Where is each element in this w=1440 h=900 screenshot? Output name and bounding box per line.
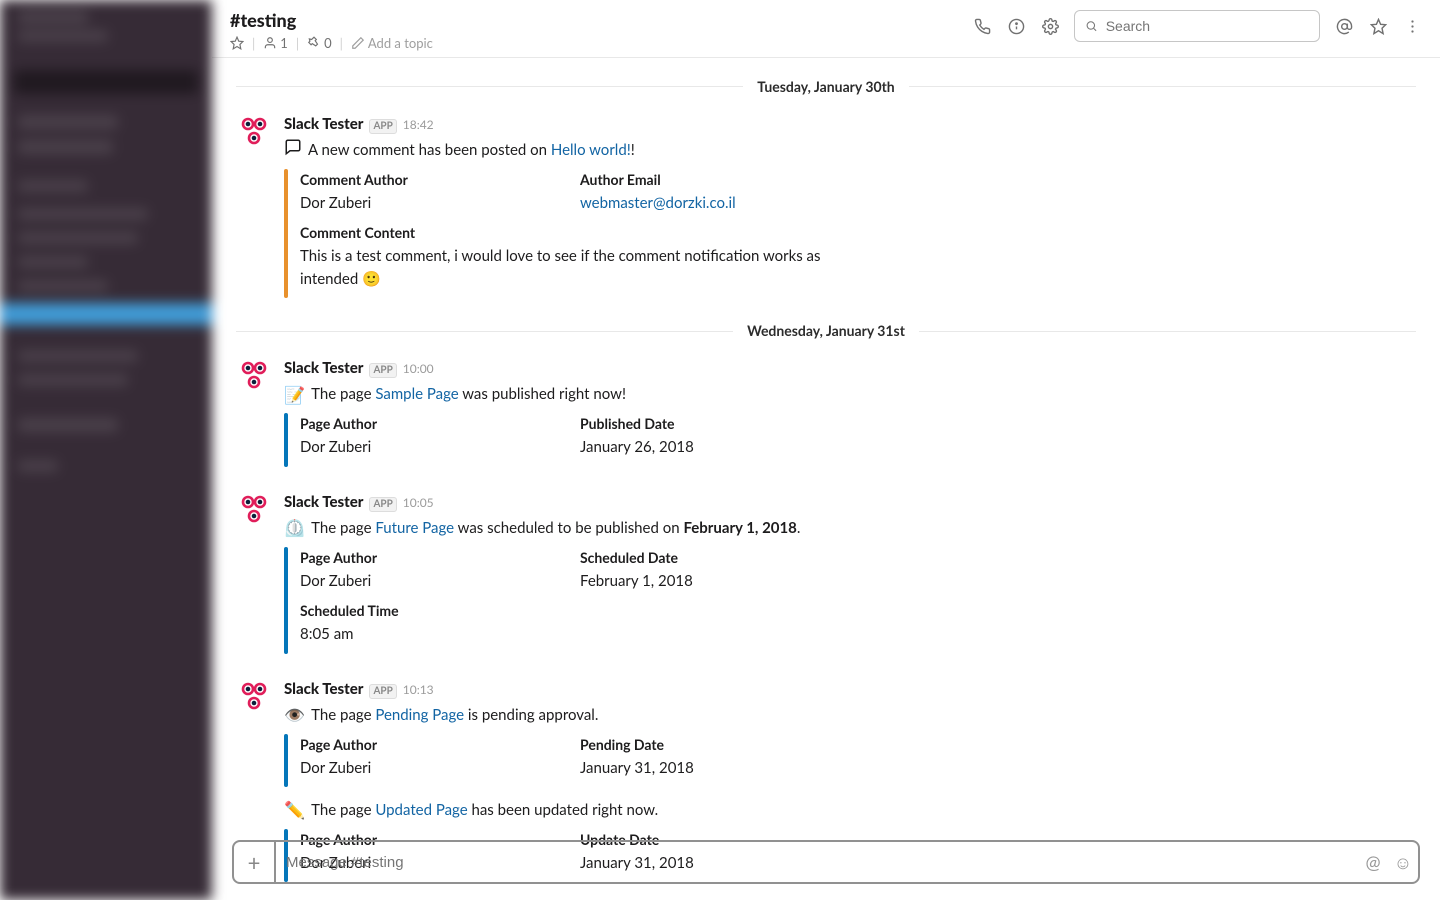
message-author[interactable]: Slack Tester xyxy=(284,357,363,380)
message-list[interactable]: Tuesday, January 30th Slack Tester xyxy=(212,58,1440,900)
app-badge: APP xyxy=(369,119,396,134)
link[interactable]: Hello world! xyxy=(551,141,631,159)
channel-name[interactable]: #testing xyxy=(230,10,433,32)
app-badge: APP xyxy=(369,684,396,699)
message-author[interactable]: Slack Tester xyxy=(284,491,363,514)
message: Slack Tester APP 10:05 ⏲️ The page Futur… xyxy=(236,491,1416,664)
message-time: 10:13 xyxy=(403,681,434,699)
message-composer: + @ ☺ xyxy=(232,840,1420,884)
message: Slack Tester APP 10:00 📝 The page Sample… xyxy=(236,357,1416,477)
search-input[interactable] xyxy=(1106,18,1309,34)
mentions-icon[interactable] xyxy=(1334,16,1354,36)
email-link[interactable]: webmaster@dorzki.co.il xyxy=(580,194,736,212)
message-time: 10:05 xyxy=(403,494,434,512)
app-badge: APP xyxy=(369,497,396,512)
add-attachment-button[interactable]: + xyxy=(234,842,276,882)
link[interactable]: Pending Page xyxy=(375,706,464,724)
message: Slack Tester APP 18:42 A new comment has… xyxy=(236,113,1416,309)
avatar[interactable] xyxy=(236,678,272,714)
message-input[interactable] xyxy=(276,854,1358,871)
more-icon[interactable] xyxy=(1402,16,1422,36)
date-divider: Wednesday, January 31st xyxy=(236,322,1416,339)
avatar[interactable] xyxy=(236,357,272,393)
message-time: 10:00 xyxy=(403,360,434,378)
search-icon xyxy=(1085,19,1098,33)
eye-icon: 👁️ xyxy=(284,702,305,728)
add-topic-label: Add a topic xyxy=(368,35,433,51)
link[interactable]: Updated Page xyxy=(375,801,467,819)
timer-icon: ⏲️ xyxy=(284,515,305,541)
webhook-icon xyxy=(236,113,272,149)
emoji-button[interactable]: ☺ xyxy=(1388,851,1418,874)
date-divider: Tuesday, January 30th xyxy=(236,78,1416,95)
add-topic[interactable]: Add a topic xyxy=(351,35,433,51)
star-header-icon[interactable] xyxy=(1368,16,1388,36)
message-time: 18:42 xyxy=(403,116,434,134)
pencil-icon: ✏️ xyxy=(284,797,305,823)
sidebar xyxy=(0,0,212,900)
gear-icon[interactable] xyxy=(1040,16,1060,36)
star-icon[interactable] xyxy=(230,36,244,50)
main: #testing | 1 | 0 | xyxy=(212,0,1440,900)
memo-icon: 📝 xyxy=(284,382,305,408)
channel-header: #testing | 1 | 0 | xyxy=(212,0,1440,58)
info-icon[interactable] xyxy=(1006,16,1026,36)
search-box[interactable] xyxy=(1074,10,1320,42)
pin-count[interactable]: 0 xyxy=(307,35,332,51)
message-author[interactable]: Slack Tester xyxy=(284,678,363,701)
app-badge: APP xyxy=(369,363,396,378)
avatar[interactable] xyxy=(236,491,272,527)
member-count-value: 1 xyxy=(280,35,288,51)
comment-icon xyxy=(284,137,302,163)
link[interactable]: Future Page xyxy=(375,519,454,537)
channel-meta: | 1 | 0 | Add a topic xyxy=(230,35,433,51)
mention-button[interactable]: @ xyxy=(1358,851,1388,873)
message-author[interactable]: Slack Tester xyxy=(284,113,363,136)
member-count[interactable]: 1 xyxy=(263,35,288,51)
pin-count-value: 0 xyxy=(324,35,332,51)
call-icon[interactable] xyxy=(972,16,992,36)
link[interactable]: Sample Page xyxy=(375,385,458,403)
avatar[interactable] xyxy=(236,113,272,149)
